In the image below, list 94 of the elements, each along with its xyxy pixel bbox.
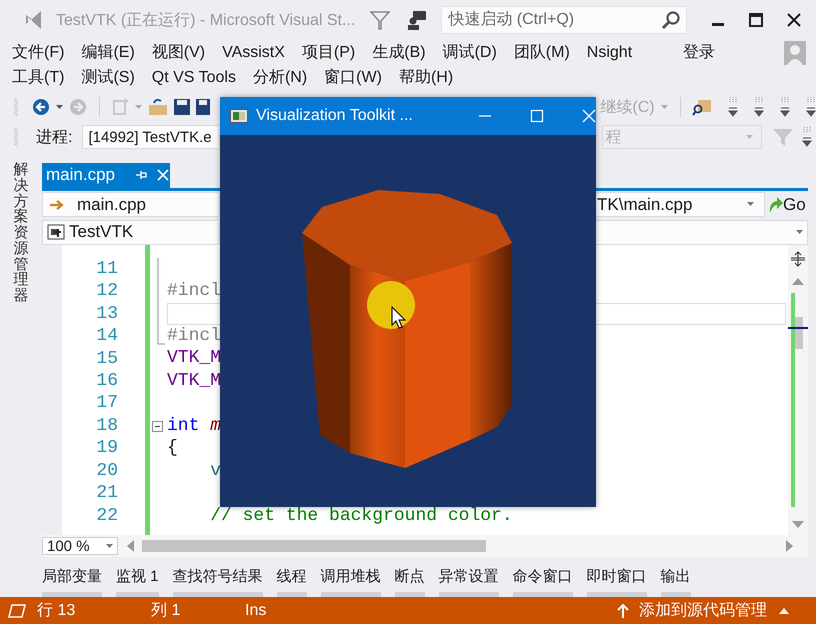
menu-item[interactable]: Nsight (586, 44, 632, 62)
caret-icon (747, 202, 754, 208)
source-control-button[interactable]: 添加到源代码管理 (639, 600, 767, 621)
arrow-icon (49, 198, 65, 211)
line-number: 11 (95, 258, 118, 280)
menu-item[interactable]: 调试(D) (442, 42, 497, 63)
search-icon (661, 10, 682, 30)
project-icon (47, 224, 65, 240)
curved-arrow-icon (767, 196, 783, 214)
menu-item[interactable]: 分析(N) (252, 67, 308, 88)
code-line: #incl (167, 281, 222, 302)
window-title: TestVTK (正在运行) - Microsoft Visual St... (56, 10, 356, 30)
line-number: 16 (95, 370, 118, 392)
menu-item[interactable]: 工具(T) (12, 67, 64, 88)
caret-up-icon[interactable] (779, 607, 789, 614)
process-label: 进程: (36, 128, 72, 148)
menu-item[interactable]: 视图(V) (152, 42, 206, 63)
window-title: Visualization Toolkit ... (256, 107, 414, 125)
menu-item[interactable]: 编辑(E) (81, 42, 135, 63)
caret-icon (746, 134, 754, 140)
scroll-right-icon[interactable] (786, 540, 794, 552)
scroll-thumb[interactable] (142, 540, 486, 552)
feedback-icon[interactable] (407, 10, 428, 30)
line-number: 17 (95, 392, 118, 415)
status-icon (8, 604, 26, 618)
code-line: // set the background color. (209, 506, 513, 526)
caret-position-marker (788, 326, 808, 329)
scroll-down-icon[interactable] (792, 521, 804, 530)
code-line: { (167, 438, 178, 458)
insert-mode-indicator: Ins (245, 602, 268, 620)
zoom-dropdown[interactable]: 100 % (42, 537, 118, 556)
code-line: #incl (167, 326, 222, 346)
save-icon[interactable] (174, 99, 190, 115)
menu-item[interactable]: VAssistX (222, 44, 285, 62)
line-number: 19 (95, 437, 118, 460)
open-folder-icon[interactable] (148, 98, 168, 116)
code-line: VTK_M (167, 370, 222, 391)
collapse-icon[interactable] (152, 420, 163, 432)
line-number: 14 (95, 325, 118, 348)
code-line: v (209, 460, 222, 481)
toolbar-overflow-icon[interactable] (806, 96, 816, 118)
app-icon (230, 109, 248, 123)
document-tab[interactable]: main.cpp (42, 163, 170, 188)
menu-item[interactable]: 测试(S) (81, 67, 135, 88)
scope-dropdown[interactable]: TestVTK (42, 220, 218, 245)
line-indicator: 行 13 (37, 601, 76, 621)
cursor-highlight (367, 281, 415, 329)
file-path: TK\main.cpp (597, 194, 692, 215)
visual-studio-logo-icon (24, 9, 42, 31)
menu-item[interactable]: 帮助(H) (398, 67, 454, 88)
back-icon[interactable] (32, 98, 50, 116)
menu-item[interactable]: 项目(P) (302, 42, 356, 63)
caret-icon (106, 544, 113, 549)
line-number: 20 (95, 460, 118, 482)
line-number: 15 (95, 348, 118, 370)
split-icon[interactable] (790, 250, 806, 267)
menu-item[interactable]: Qt VS Tools (152, 68, 236, 86)
scroll-left-icon[interactable] (126, 540, 134, 552)
scroll-thumb[interactable] (795, 316, 803, 349)
toolbar-overflow-icon[interactable] (754, 96, 764, 118)
menu-item[interactable]: 窗口(W) (324, 67, 382, 88)
column-indicator: 列 1 (151, 601, 182, 621)
toolbar-overflow-icon[interactable] (780, 96, 790, 118)
toolbar-overflow-icon[interactable] (728, 96, 738, 118)
line-number: 12 (95, 280, 118, 303)
go-button[interactable]: Go (767, 194, 806, 215)
file-name: main.cpp (77, 194, 146, 215)
file-dropdown[interactable]: main.cpp (42, 192, 218, 218)
menu-item[interactable]: 团队(M) (514, 42, 570, 63)
scope-name: TestVTK (69, 222, 134, 242)
menu-item[interactable]: 文件(F) (12, 42, 64, 63)
line-number: 13 (95, 302, 118, 326)
menu-item[interactable]: 生成(B) (372, 42, 426, 63)
line-number: 22 (95, 504, 118, 528)
maximize-icon[interactable] (749, 13, 764, 27)
line-number: 21 (95, 482, 118, 505)
cursor-icon (392, 306, 406, 329)
find-in-files-icon[interactable] (692, 98, 712, 116)
process-field[interactable]: [14992] TestVTK.e (82, 125, 218, 149)
pin-icon[interactable] (134, 169, 147, 182)
code-line: VTK_M (167, 348, 222, 368)
code-line: int m (167, 416, 222, 436)
toolbar-overflow-icon[interactable] (802, 126, 812, 148)
up-arrow-icon[interactable] (617, 604, 629, 618)
caret-icon (796, 230, 803, 235)
caret-icon[interactable] (56, 104, 63, 110)
scroll-up-icon[interactable] (792, 276, 804, 285)
sign-in-link[interactable]: 登录 (683, 42, 716, 63)
save-all-icon[interactable] (196, 99, 210, 115)
tab-label: main.cpp (46, 165, 115, 186)
gripper-icon (14, 97, 18, 117)
close-icon[interactable] (787, 13, 802, 27)
line-number: 18 (95, 414, 118, 438)
gripper-icon (14, 127, 18, 147)
